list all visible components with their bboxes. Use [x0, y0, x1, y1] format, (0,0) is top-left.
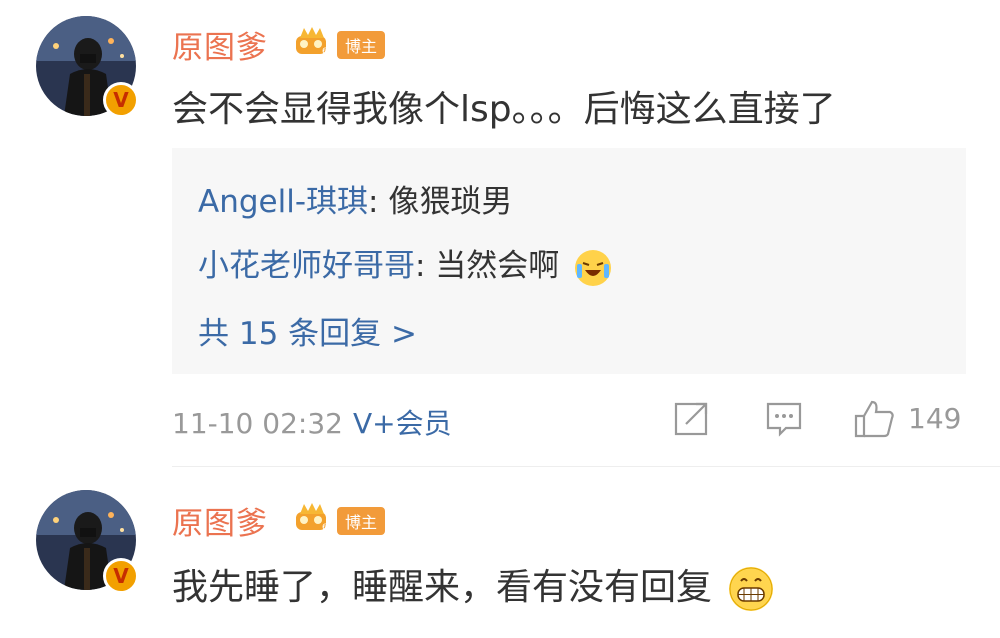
reply-username[interactable]: 小花老师好哥哥 — [198, 248, 415, 284]
comment-text: 会不会显得我像个lsp。。。后悔这么直接了 — [172, 89, 836, 130]
comment-icon[interactable] — [764, 398, 804, 438]
grin-emoji — [729, 567, 774, 611]
author-badge: 博主 — [337, 31, 385, 59]
username[interactable]: 原图爹 — [172, 498, 268, 543]
reply-text: : 当然会啊 — [415, 248, 560, 284]
comment-meta: 11-10 02:32 V+会员 — [172, 402, 452, 442]
more-replies-link[interactable]: 共 15 条回复 > — [198, 308, 417, 353]
crown-level-icon: 6 — [296, 503, 328, 532]
reply-username[interactable]: Angell-琪琪 — [198, 184, 368, 220]
reply-item[interactable]: Angell-琪琪: 像猥琐男 — [198, 176, 512, 221]
divider — [172, 466, 1000, 467]
verified-v-icon: V — [103, 558, 139, 594]
crown-level-icon: 6 — [296, 27, 328, 56]
timestamp: 11-10 02:32 — [172, 407, 343, 440]
like-count: 149 — [908, 402, 962, 435]
comment-item: V 原图爹 6 博主 会不会显得我像个lsp。。。后悔这么直接了 Angell-… — [0, 0, 1000, 470]
svg-text:6: 6 — [322, 523, 328, 532]
reply-item[interactable]: 小花老师好哥哥: 当然会啊 — [198, 240, 612, 286]
comment-text: 我先睡了，睡醒来，看有没有回复 — [172, 567, 713, 608]
reply-box[interactable]: Angell-琪琪: 像猥琐男 小花老师好哥哥: 当然会啊 共 15 条回复 > — [172, 148, 966, 374]
username[interactable]: 原图爹 — [172, 22, 268, 67]
comment-text-wrap: 我先睡了，睡醒来，看有没有回复 — [172, 558, 774, 611]
comment-item: V 原图爹 6 博主 我先睡了，睡醒来，看有没有回复 — [0, 470, 1000, 638]
svg-text:6: 6 — [322, 47, 328, 56]
laughing-tears-emoji — [575, 249, 612, 286]
author-badge: 博主 — [337, 507, 385, 535]
vip-link[interactable]: V+会员 — [353, 407, 452, 440]
share-icon[interactable] — [672, 398, 712, 438]
like-icon[interactable] — [852, 398, 896, 438]
reply-text: : 像猥琐男 — [368, 184, 513, 220]
verified-v-icon: V — [103, 82, 139, 118]
